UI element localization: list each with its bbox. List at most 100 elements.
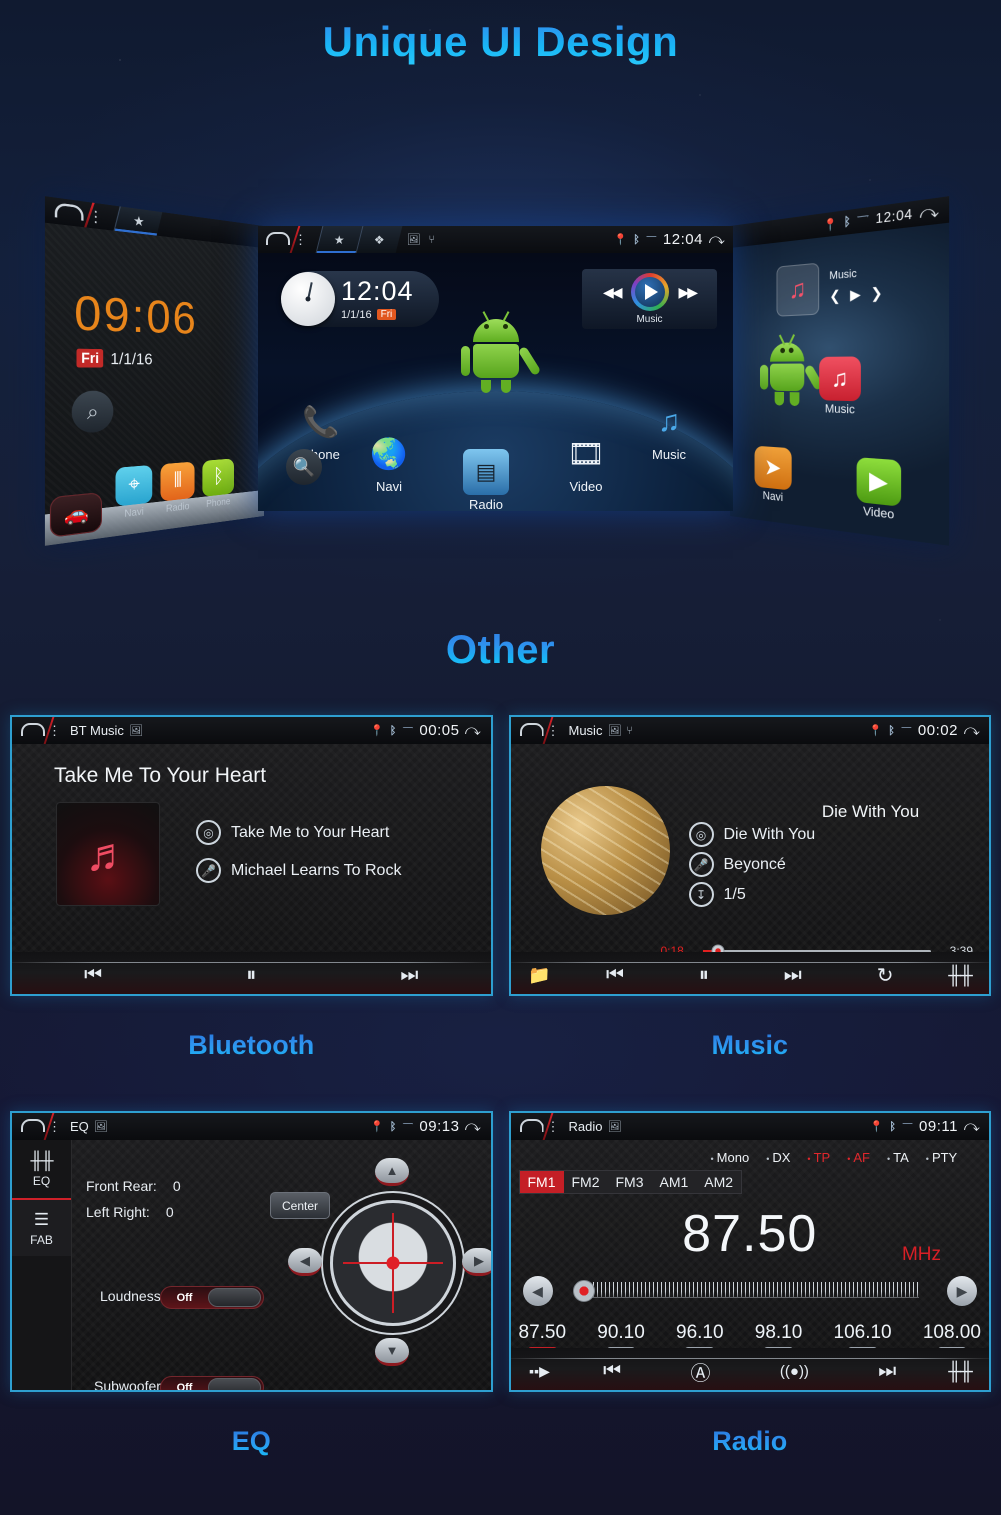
right-arrow-icon[interactable]: ▶ bbox=[462, 1248, 491, 1276]
bt-body: Take Me To Your Heart ♬ ◎ Take Me to You… bbox=[12, 744, 491, 994]
app-navi[interactable]: 🌏 Navi bbox=[366, 431, 412, 495]
radio-screen[interactable]: ⋮ Radio 🖼 📍 ᛒ 09:11 ⤺ • Mono • DX • TP •… bbox=[508, 1111, 991, 1392]
back-arrow-icon[interactable]: ⤺ bbox=[465, 722, 481, 739]
home-icon[interactable] bbox=[21, 725, 41, 736]
repeat-icon[interactable]: ↻ bbox=[877, 963, 894, 988]
next-track-icon[interactable]: ▶▶ bbox=[679, 284, 698, 301]
music-widget[interactable]: ◀◀ ▶▶ Music bbox=[582, 269, 717, 329]
car-icon[interactable]: 🚗 bbox=[49, 491, 103, 538]
picture-icon: 🖼 bbox=[128, 725, 143, 737]
back-arrow-icon[interactable]: ⤺ bbox=[920, 201, 939, 224]
auto-scan-icon[interactable]: Ⓐ bbox=[691, 1357, 711, 1386]
toggle-knob[interactable] bbox=[208, 1288, 261, 1307]
tuning-scale[interactable] bbox=[580, 1282, 919, 1298]
rds-tp[interactable]: • TP bbox=[807, 1150, 830, 1165]
left-arrow-icon[interactable]: ◀ bbox=[288, 1248, 322, 1276]
center-preview-screen[interactable]: ⋮ ★ ❖ 🖼 ⑂ 📍 ᛒ 12:04 ⤺ 12:04 1/1/16 Fri ◀… bbox=[258, 226, 733, 511]
disc-icon: ◎ bbox=[196, 820, 221, 845]
next-track-icon[interactable]: ⏭ bbox=[784, 964, 802, 987]
back-arrow-icon[interactable]: ⤺ bbox=[709, 231, 725, 248]
picture-icon: 🖼 bbox=[93, 1121, 108, 1133]
tuning-knob[interactable] bbox=[572, 1280, 595, 1302]
search-icon[interactable]: ⌕ bbox=[71, 390, 114, 434]
pause-icon[interactable]: ⏸ bbox=[699, 964, 709, 987]
app-video[interactable]: 🎞 Video bbox=[563, 431, 609, 495]
band-fm1[interactable]: FM1 bbox=[519, 1171, 564, 1193]
right-music-widget[interactable]: ♫ Music ❮ ▶ ❯ bbox=[776, 252, 925, 318]
tune-up-icon[interactable]: ▶ bbox=[947, 1276, 977, 1306]
previous-station-icon[interactable]: ⏮ bbox=[603, 1360, 621, 1383]
tab-favorites[interactable]: ★ bbox=[315, 226, 363, 253]
rds-pty[interactable]: • PTY bbox=[926, 1150, 957, 1165]
equalizer-icon[interactable]: ╫╫ bbox=[931, 965, 989, 986]
app-video[interactable]: ▶ Video bbox=[856, 457, 902, 523]
tab-fab[interactable]: ☰ FAB bbox=[12, 1198, 71, 1256]
up-arrow-icon[interactable]: ▲ bbox=[375, 1158, 409, 1186]
subwoofer-toggle[interactable]: Off bbox=[160, 1376, 264, 1390]
pause-icon[interactable]: ⏸ bbox=[246, 964, 256, 987]
playlist-icon[interactable]: ▪▪▶ bbox=[511, 1363, 569, 1380]
rds-ta[interactable]: • TA bbox=[887, 1150, 909, 1165]
center-button[interactable]: Center bbox=[270, 1192, 330, 1219]
music-widget-label: Music bbox=[829, 268, 857, 283]
tab-apps[interactable]: ❖ bbox=[355, 226, 402, 253]
wifi-icon bbox=[645, 235, 657, 244]
band-selector[interactable]: FM1 FM2 FM3 AM1 AM2 bbox=[518, 1170, 743, 1194]
loudness-toggle[interactable]: Off bbox=[160, 1286, 264, 1309]
home-icon[interactable] bbox=[266, 234, 286, 245]
next-station-icon[interactable]: ⏭ bbox=[878, 1360, 896, 1383]
page-title: Unique UI Design bbox=[0, 0, 1001, 66]
down-arrow-icon[interactable]: ▼ bbox=[375, 1338, 409, 1366]
home-icon[interactable] bbox=[520, 725, 540, 736]
balance-position-dot[interactable] bbox=[386, 1256, 400, 1270]
prev-icon[interactable]: ❮ bbox=[829, 287, 840, 305]
music-note-icon: ♫ bbox=[657, 405, 681, 438]
eq-screen[interactable]: ⋮ EQ 🖼 📍 ᛒ 09:13 ⤺ ╫╫ EQ ☰ FAB Front Rea… bbox=[10, 1111, 493, 1392]
back-arrow-icon[interactable]: ⤺ bbox=[964, 722, 980, 739]
app-music[interactable]: ♫ Music bbox=[819, 356, 861, 417]
tab-eq[interactable]: ╫╫ EQ bbox=[12, 1140, 71, 1198]
folder-icon[interactable]: 📁 bbox=[511, 965, 569, 986]
previous-track-icon[interactable]: ⏮ bbox=[606, 964, 624, 987]
back-arrow-icon[interactable]: ⤺ bbox=[964, 1118, 980, 1135]
radio-tower-icon[interactable]: ((●)) bbox=[780, 1363, 809, 1380]
home-icon[interactable] bbox=[520, 1121, 540, 1132]
rds-mono[interactable]: • Mono bbox=[711, 1150, 750, 1165]
band-fm3[interactable]: FM3 bbox=[608, 1171, 652, 1193]
preset-frequency: 106.10 bbox=[833, 1322, 892, 1343]
balance-fader-pad[interactable] bbox=[330, 1200, 456, 1326]
back-arrow-icon[interactable]: ⤺ bbox=[465, 1118, 481, 1135]
band-fm2[interactable]: FM2 bbox=[564, 1171, 608, 1193]
play-icon[interactable] bbox=[630, 273, 669, 311]
app-radio[interactable]: ▤ Radio bbox=[463, 449, 509, 511]
status-time: 00:02 bbox=[917, 722, 958, 739]
magnifier-icon[interactable]: 🔍 bbox=[286, 449, 322, 485]
preset-frequency: 96.10 bbox=[676, 1322, 724, 1343]
app-navi[interactable]: ➤ Navi bbox=[754, 445, 792, 506]
previous-track-icon[interactable]: ⏮ bbox=[84, 964, 102, 987]
equalizer-icon[interactable]: ╫╫ bbox=[931, 1361, 989, 1382]
tune-down-icon[interactable]: ◀ bbox=[522, 1276, 553, 1306]
music-screen[interactable]: ⋮ Music 🖼 ⑂ 📍 ᛒ 00:02 ⤺ Die With You ◎ D… bbox=[508, 715, 991, 996]
right-preview-screen[interactable]: 📍 ᛒ 12:04 ⤺ ♫ Music ❮ ▶ ❯ ♫ Music ➤ Navi… bbox=[730, 196, 950, 546]
bluetooth-screen[interactable]: ⋮ BT Music 🖼 📍 ᛒ 00:05 ⤺ Take Me To Your… bbox=[10, 715, 493, 996]
home-icon[interactable] bbox=[21, 1121, 41, 1132]
left-preview-screen[interactable]: ⋮ ★ 09:06 Fri 1/1/16 ⌕ ⌖ Navi ⦀ Radio bbox=[44, 196, 264, 546]
band-am1[interactable]: AM1 bbox=[652, 1171, 697, 1193]
previous-track-icon[interactable]: ◀◀ bbox=[603, 284, 622, 301]
next-icon[interactable]: ❯ bbox=[871, 284, 883, 303]
clock-widget[interactable]: 12:04 1/1/16 Fri bbox=[281, 271, 439, 327]
toggle-knob[interactable] bbox=[208, 1378, 261, 1390]
bluetooth-icon: ᛒ bbox=[889, 1120, 897, 1133]
app-music[interactable]: ♫ Music bbox=[646, 399, 692, 462]
play-icon[interactable]: ▶ bbox=[850, 286, 861, 305]
caption-bluetooth: Bluetooth bbox=[10, 1030, 493, 1061]
track-name: Take Me to Your Heart bbox=[231, 823, 390, 841]
next-track-icon[interactable]: ⏭ bbox=[400, 964, 418, 987]
screen-title: Music bbox=[568, 723, 603, 738]
band-am2[interactable]: AM2 bbox=[696, 1171, 741, 1193]
rds-dx[interactable]: • DX bbox=[766, 1150, 790, 1165]
rds-af[interactable]: • AF bbox=[847, 1150, 870, 1165]
home-icon[interactable] bbox=[55, 204, 79, 220]
location-pin-icon: 📍 bbox=[868, 725, 883, 737]
